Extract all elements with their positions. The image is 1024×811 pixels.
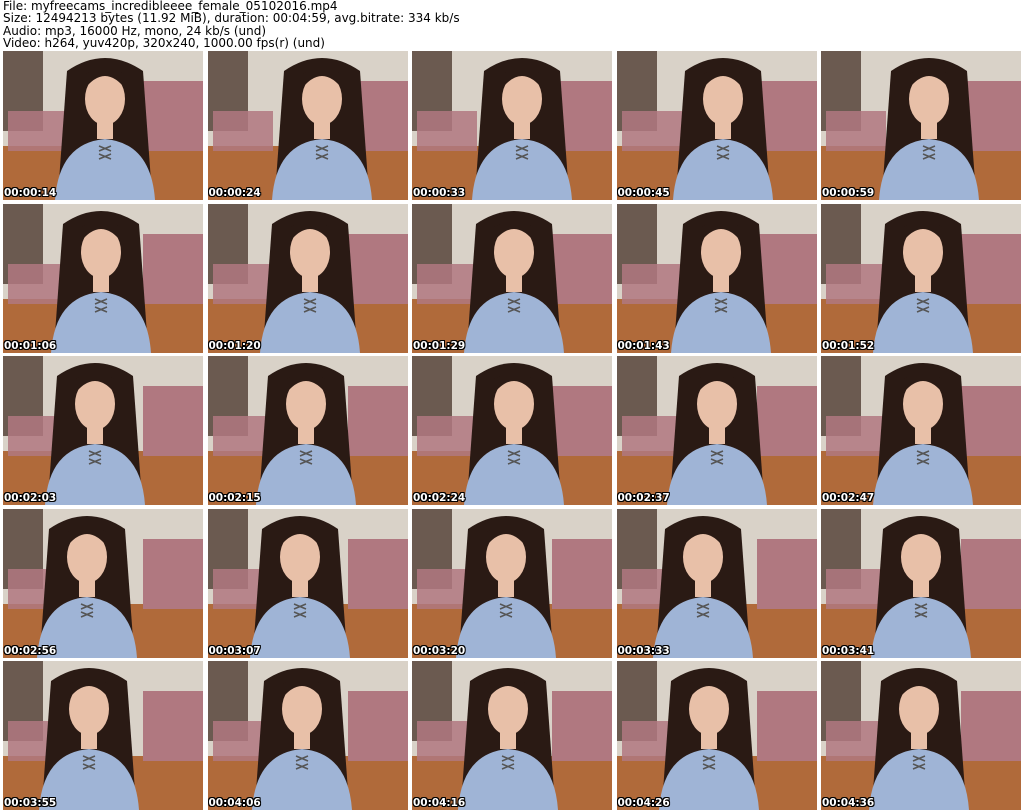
frame-image [3, 203, 203, 353]
video-thumbnail[interactable]: 00:00:33 [412, 51, 612, 200]
video-thumbnail[interactable]: 00:01:20 [207, 203, 408, 353]
video-thumbnail[interactable]: 00:03:20 [412, 508, 612, 658]
video-thumbnail[interactable]: 00:00:45 [616, 51, 817, 200]
frame-image [821, 508, 1021, 658]
thumbnail-timestamp: 00:02:03 [4, 492, 57, 504]
thumbnail-timestamp: 00:02:37 [617, 492, 670, 504]
thumbnail-timestamp: 00:01:29 [413, 339, 466, 352]
frame-image [821, 661, 1021, 810]
frame-image [412, 203, 612, 353]
video-thumbnail[interactable]: 00:04:16 [412, 661, 612, 810]
video-thumbnail[interactable]: 00:01:43 [616, 203, 817, 353]
thumbnail-timestamp: 00:02:15 [208, 492, 261, 504]
frame-image [3, 508, 203, 658]
thumbnail-timestamp: 00:01:06 [4, 339, 57, 352]
video-thumbnail[interactable]: 00:03:33 [616, 508, 817, 658]
thumbnail-timestamp: 00:02:56 [4, 644, 57, 657]
thumbnail-timestamp: 00:03:55 [4, 797, 57, 809]
thumbnail-timestamp: 00:00:24 [208, 187, 261, 199]
frame-image [616, 203, 817, 353]
thumbnail-timestamp: 00:01:52 [822, 339, 875, 352]
frame-image [207, 356, 408, 505]
thumbnail-timestamp: 00:04:16 [413, 797, 466, 809]
frame-image [616, 508, 817, 658]
frame-image [412, 356, 612, 505]
thumbnail-timestamp: 00:03:33 [617, 644, 670, 657]
video-thumbnail[interactable]: 00:02:56 [3, 508, 203, 658]
video-thumbnail[interactable]: 00:00:14 [3, 51, 203, 200]
thumbnail-timestamp: 00:01:43 [617, 339, 670, 352]
frame-image [3, 51, 203, 200]
video-thumbnail[interactable]: 00:03:55 [3, 661, 203, 810]
thumbnail-timestamp: 00:00:45 [617, 187, 670, 199]
thumbnail-timestamp: 00:00:33 [413, 187, 466, 199]
video-thumbnail[interactable]: 00:01:29 [412, 203, 612, 353]
thumbnail-grid: 00:00:14 00:00:24 00:00:33 00:00:45 00:00:59… [3, 51, 1022, 811]
video-thumbnail[interactable]: 00:01:52 [821, 203, 1021, 353]
thumbnail-timestamp: 00:02:24 [413, 492, 466, 504]
frame-image [821, 51, 1021, 200]
video-thumbnail[interactable]: 00:02:47 [821, 356, 1021, 505]
video-thumbnail[interactable]: 00:04:26 [616, 661, 817, 810]
frame-image [821, 203, 1021, 353]
video-info-line: Video: h264, yuv420p, 320x240, 1000.00 f… [3, 35, 325, 50]
video-thumbnail[interactable]: 00:02:15 [207, 356, 408, 505]
video-thumbnail[interactable]: 00:03:07 [207, 508, 408, 658]
frame-image [821, 356, 1021, 505]
thumbnail-timestamp: 00:02:47 [822, 492, 875, 504]
video-thumbnail[interactable]: 00:04:36 [821, 661, 1021, 810]
frame-image [412, 508, 612, 658]
frame-image [207, 51, 408, 200]
thumbnail-timestamp: 00:03:41 [822, 644, 875, 657]
thumbnail-timestamp: 00:00:59 [822, 187, 875, 199]
frame-image [207, 661, 408, 810]
video-thumbnail[interactable]: 00:03:41 [821, 508, 1021, 658]
thumbnail-timestamp: 00:04:36 [822, 797, 875, 809]
thumbnail-timestamp: 00:01:20 [208, 339, 261, 352]
frame-image [3, 661, 203, 810]
video-thumbnail[interactable]: 00:02:37 [616, 356, 817, 505]
thumbnail-timestamp: 00:03:07 [208, 644, 261, 657]
video-thumbnail[interactable]: 00:02:03 [3, 356, 203, 505]
video-thumbnail[interactable]: 00:00:59 [821, 51, 1021, 200]
frame-image [412, 51, 612, 200]
frame-image [616, 356, 817, 505]
thumbnail-timestamp: 00:04:26 [617, 797, 670, 809]
thumbnail-timestamp: 00:00:14 [4, 187, 57, 199]
video-thumbnail[interactable]: 00:00:24 [207, 51, 408, 200]
frame-image [616, 51, 817, 200]
video-thumbnail[interactable]: 00:02:24 [412, 356, 612, 505]
frame-image [3, 356, 203, 505]
file-info-header: File: myfreecams_incredibleeee_female_05… [3, 0, 1021, 50]
thumbnail-timestamp: 00:03:20 [413, 644, 466, 657]
file-size-line: Size: 12494213 bytes (11.92 MiB), durati… [3, 11, 460, 26]
video-thumbnail[interactable]: 00:04:06 [207, 661, 408, 810]
frame-image [412, 661, 612, 810]
thumbnail-timestamp: 00:04:06 [208, 797, 261, 809]
frame-image [616, 661, 817, 810]
frame-image [207, 203, 408, 353]
video-thumbnail[interactable]: 00:01:06 [3, 203, 203, 353]
frame-image [207, 508, 408, 658]
